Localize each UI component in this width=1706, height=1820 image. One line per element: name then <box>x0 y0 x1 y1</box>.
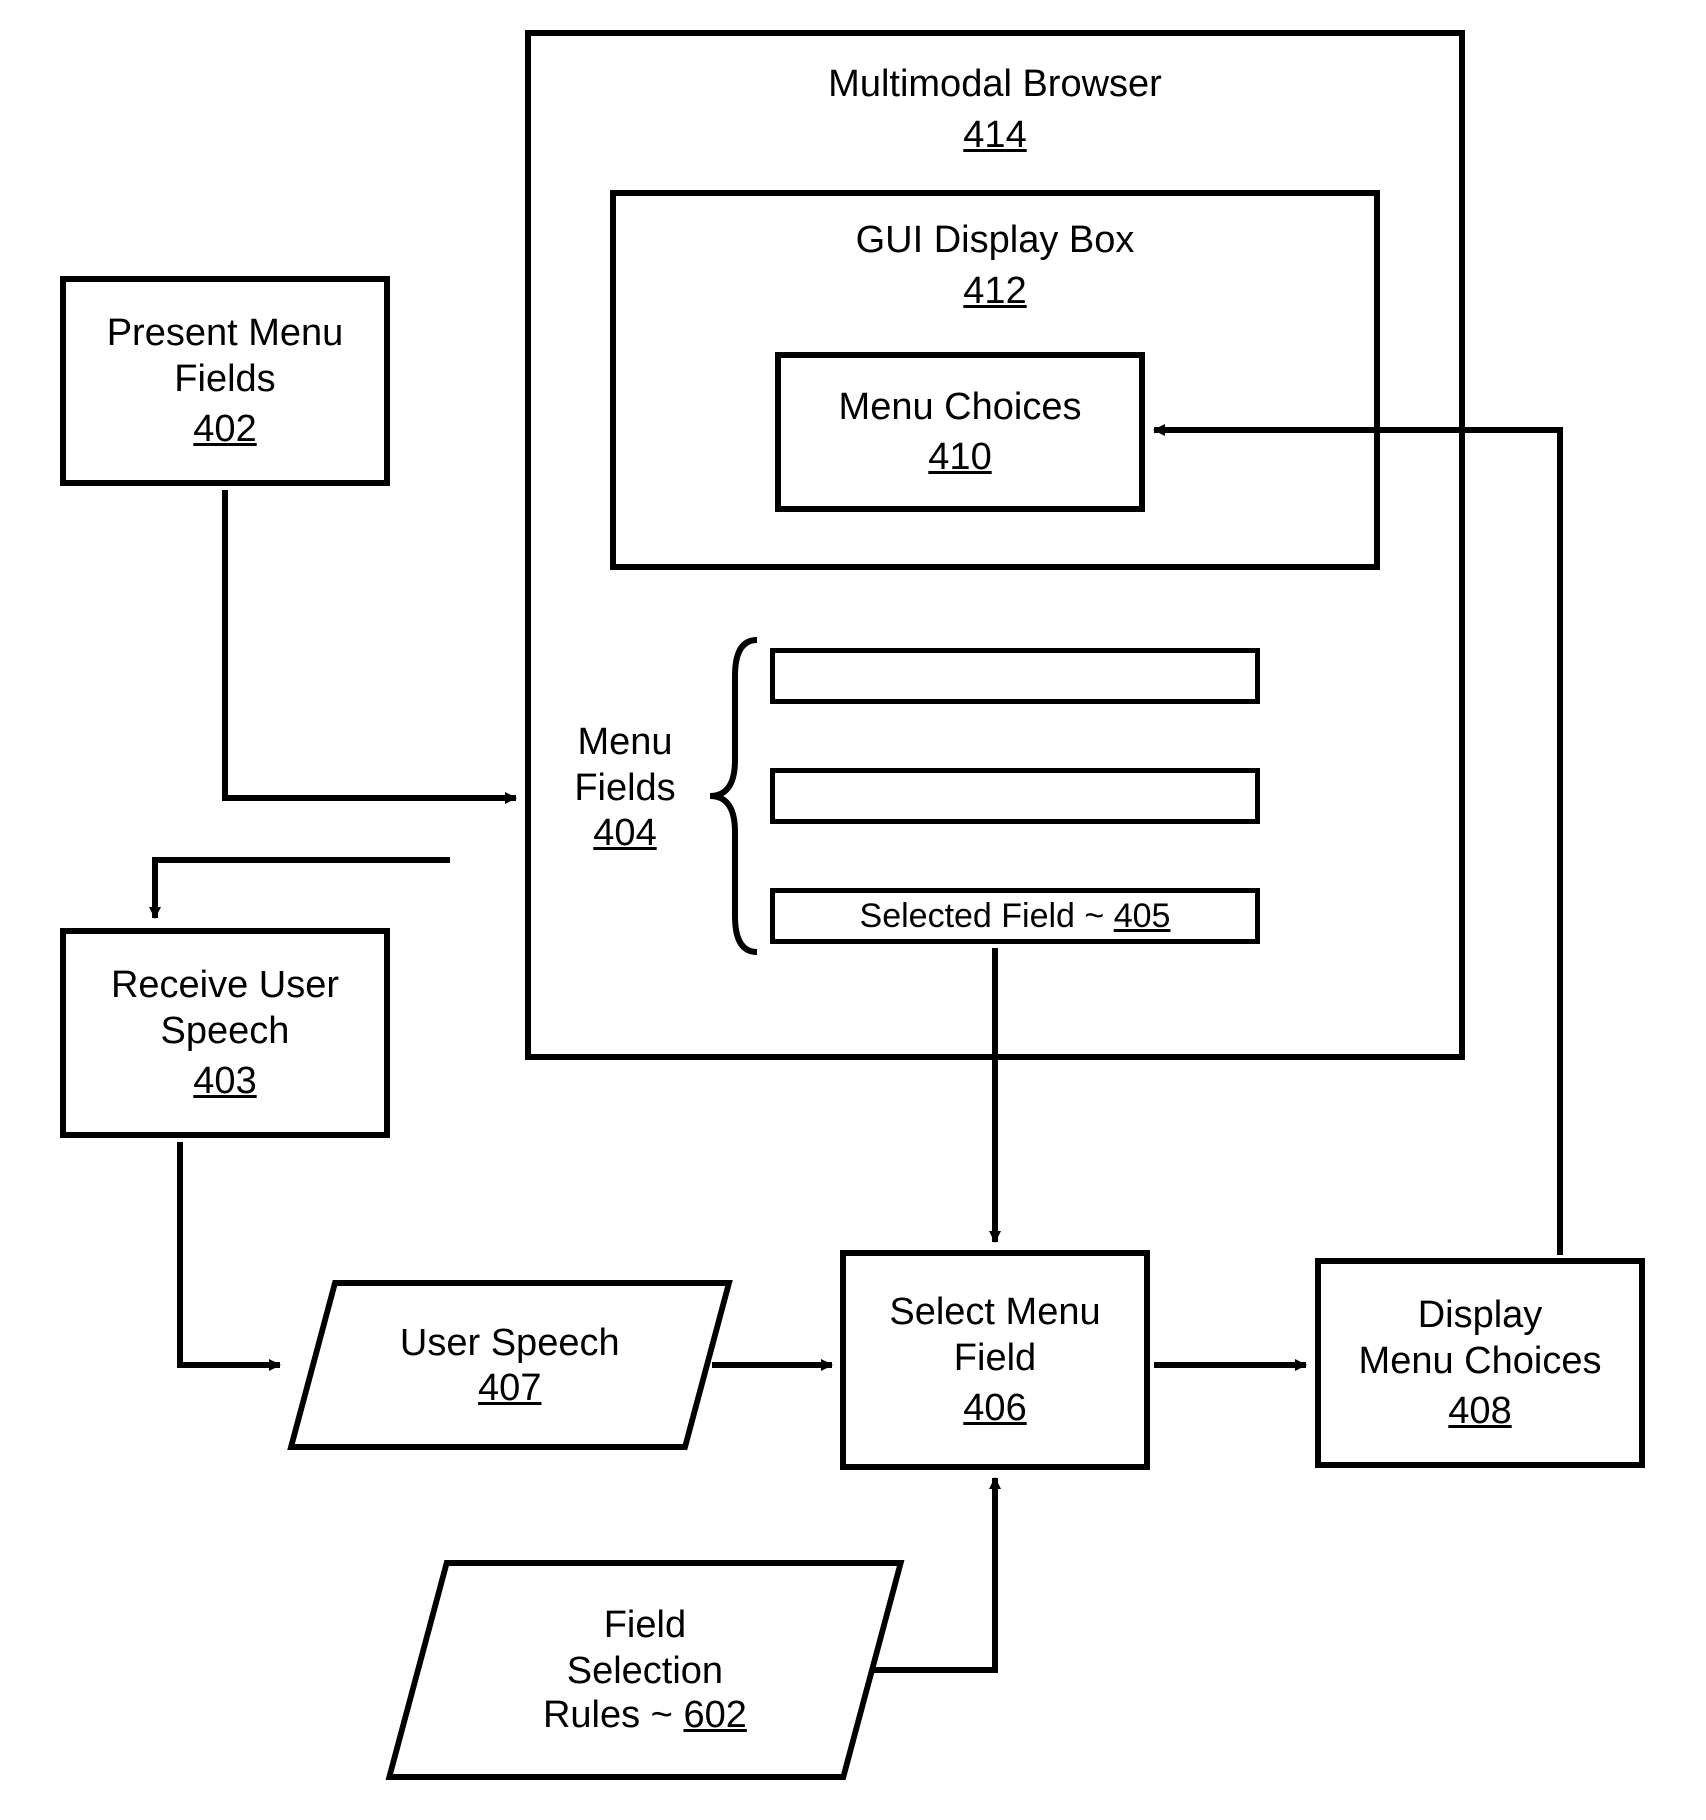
menu-fields-ref: 404 <box>593 812 656 854</box>
multimodal-browser-ref: 414 <box>963 114 1026 157</box>
user-speech-box: User Speech 407 <box>287 1280 733 1450</box>
present-menu-ref: 402 <box>193 408 256 451</box>
receive-user-speech-box: Receive User Speech 403 <box>60 928 390 1138</box>
selected-field-text: Selected Field ~ 405 <box>860 897 1171 936</box>
present-menu-fields-box: Present Menu Fields 402 <box>60 276 390 486</box>
menu-field-3-selected: Selected Field ~ 405 <box>770 888 1260 944</box>
field-selection-rules-box: Field Selection Rules ~ 602 <box>386 1560 905 1780</box>
display-menu-choices-box: Display Menu Choices 408 <box>1315 1258 1645 1468</box>
menu-fields-label: Menu Fields 404 <box>550 720 700 857</box>
field-rules-ref-line: Rules ~ 602 <box>543 1694 747 1737</box>
menu-choices-ref: 410 <box>928 436 991 479</box>
multimodal-browser-title: Multimodal Browser <box>828 62 1162 108</box>
receive-speech-ref: 403 <box>193 1060 256 1103</box>
select-menu-title: Select Menu Field <box>889 1290 1100 1381</box>
user-speech-ref: 407 <box>478 1366 541 1408</box>
gui-title: GUI Display Box <box>856 218 1135 264</box>
select-menu-field-box: Select Menu Field 406 <box>840 1250 1150 1470</box>
receive-speech-title: Receive User Speech <box>111 963 339 1054</box>
gui-ref: 412 <box>963 270 1026 313</box>
display-choices-title: Display Menu Choices <box>1359 1293 1602 1384</box>
menu-choices-title: Menu Choices <box>839 385 1082 431</box>
select-menu-ref: 406 <box>963 1387 1026 1430</box>
menu-field-2 <box>770 768 1260 824</box>
user-speech-title: User Speech <box>400 1321 620 1367</box>
field-rules-title: Field Selection <box>543 1603 747 1694</box>
display-choices-ref: 408 <box>1448 1390 1511 1433</box>
present-menu-title: Present Menu Fields <box>107 311 344 402</box>
menu-choices-box: Menu Choices 410 <box>775 352 1145 512</box>
menu-field-1 <box>770 648 1260 704</box>
menu-fields-title: Menu Fields <box>574 721 675 809</box>
